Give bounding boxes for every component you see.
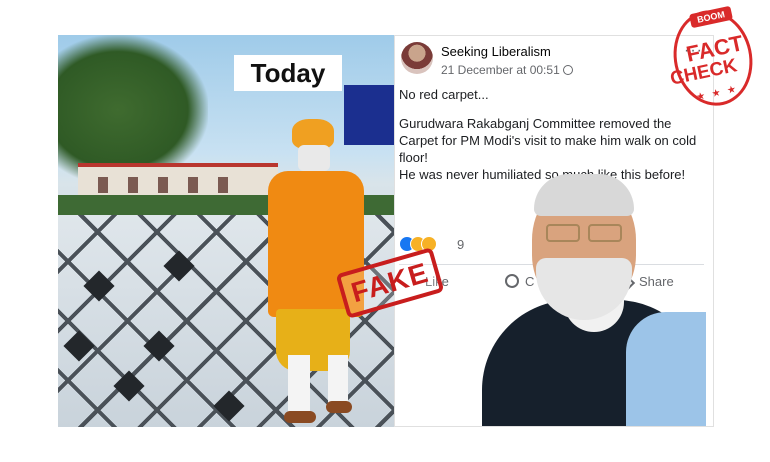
post-date-text: 21 December at 00:51 xyxy=(441,63,560,77)
leg xyxy=(288,355,310,415)
glasses xyxy=(588,224,622,242)
sandal xyxy=(326,401,352,413)
photo-panel: Today xyxy=(58,35,394,427)
floor-tile xyxy=(113,370,145,402)
avatar[interactable] xyxy=(401,42,433,74)
globe-icon xyxy=(562,65,573,75)
floor-tile xyxy=(63,330,95,362)
building-window xyxy=(188,177,198,193)
caption-today: Today xyxy=(250,58,326,88)
reaction-count: 9 xyxy=(457,237,465,252)
post-date[interactable]: 21 December at 00:51 xyxy=(441,63,573,77)
canvas: Today Seeking Liberalism 21 December at … xyxy=(0,0,770,462)
floor-tile xyxy=(213,390,245,422)
leg xyxy=(328,355,348,405)
building-window xyxy=(218,177,228,193)
floor-tile xyxy=(163,250,195,282)
floor-tile xyxy=(83,270,115,302)
sandal xyxy=(284,411,316,423)
building xyxy=(78,163,278,195)
post-author[interactable]: Seeking Liberalism xyxy=(441,44,551,59)
hair xyxy=(534,174,634,216)
post-paragraph: No red carpet... xyxy=(399,87,489,102)
face-mask xyxy=(298,145,330,171)
fact-check-logo: BOOM FACT CHECK ★ ★ ★ xyxy=(664,2,762,116)
floor-tile xyxy=(143,330,175,362)
building-window xyxy=(158,177,168,193)
glasses xyxy=(546,224,580,242)
building-window xyxy=(98,177,108,193)
shirt xyxy=(626,312,706,426)
portrait-cutout xyxy=(476,162,712,426)
building-window xyxy=(128,177,138,193)
